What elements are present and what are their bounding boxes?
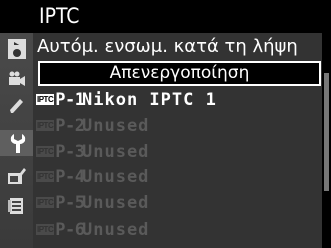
iptc-badge: IPTC	[36, 94, 55, 105]
preset-name: Unused	[82, 193, 150, 213]
auto-embed-selector[interactable]: Απενεργοποίηση	[38, 61, 321, 86]
preset-slot-id: P-3	[55, 142, 85, 162]
preset-slot: IPTC P-2	[36, 116, 85, 136]
preset-slot: IPTC P-6	[36, 220, 85, 240]
retouch-brush-icon	[7, 168, 26, 184]
preset-slot-id: P-6	[55, 220, 85, 240]
preset-slot-id: P-5	[55, 193, 85, 213]
preset-row-p4[interactable]: IPTC P-4 Unused	[36, 167, 322, 187]
iptc-badge: IPTC	[36, 224, 55, 235]
preset-slot: IPTC P-4	[36, 167, 85, 187]
my-menu-list-icon	[7, 198, 23, 214]
preset-row-p5[interactable]: IPTC P-5 Unused	[36, 193, 322, 213]
preset-name: Unused	[82, 116, 150, 136]
preset-slot-id: P-1	[55, 90, 85, 110]
preset-row-p2[interactable]: IPTC P-2 Unused	[36, 116, 322, 136]
scrollbar-thumb[interactable]	[324, 73, 329, 191]
pencil-icon	[9, 99, 23, 113]
camera-icon	[7, 45, 26, 59]
tab-shooting-menu[interactable]	[3, 39, 30, 65]
preset-slot-id: P-4	[55, 167, 85, 187]
preset-slot: IPTC P-5	[36, 193, 85, 213]
tab-retouch-menu[interactable]	[3, 163, 30, 189]
tab-movie-menu[interactable]	[3, 66, 30, 92]
preset-row-p3[interactable]: IPTC P-3 Unused	[36, 142, 322, 162]
preset-slot: IPTC P-3	[36, 142, 85, 162]
scrollbar[interactable]	[322, 33, 331, 248]
selected-option-value: Απενεργοποίηση	[109, 63, 250, 83]
menu-tab-bar	[0, 33, 36, 248]
preset-name: Unused	[82, 220, 150, 240]
setting-label: Αυτόμ. ενσωμ. κατά τη λήψη	[37, 36, 298, 57]
iptc-badge: IPTC	[36, 146, 55, 157]
tab-setup-menu[interactable]	[0, 130, 36, 156]
preset-name: Nikon IPTC 1	[82, 90, 217, 110]
preset-name: Unused	[82, 167, 150, 187]
iptc-badge: IPTC	[36, 171, 55, 182]
movie-camera-icon	[8, 71, 25, 86]
preset-slot: IPTC P-1	[36, 90, 85, 110]
preset-row-p6[interactable]: IPTC P-6 Unused	[36, 220, 322, 240]
page-title: IPTC	[39, 4, 80, 28]
tab-custom-settings-menu[interactable]	[3, 93, 30, 119]
iptc-badge: IPTC	[36, 120, 55, 131]
iptc-badge: IPTC	[36, 197, 55, 208]
preset-row-p1[interactable]: IPTC P-1 Nikon IPTC 1	[36, 90, 322, 110]
tab-my-menu[interactable]	[3, 193, 30, 219]
wrench-icon	[10, 134, 26, 153]
preset-slot-id: P-2	[55, 116, 85, 136]
title-bar: IPTC	[0, 0, 331, 33]
preset-name: Unused	[82, 142, 150, 162]
